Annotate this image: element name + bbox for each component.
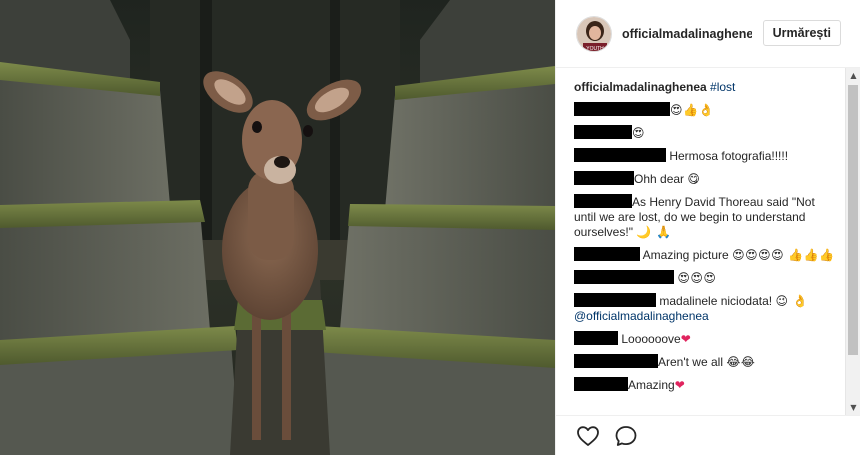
post-username[interactable]: officialmadalinaghenea bbox=[622, 27, 752, 41]
caption-hashtag[interactable]: #lost bbox=[710, 80, 735, 94]
following-button[interactable]: Urmărești bbox=[762, 20, 841, 46]
list-item: Ohh dear 😋 bbox=[574, 171, 836, 187]
list-item: 😍👍👌 bbox=[574, 102, 836, 118]
post-details-panel: YOUTH officialmadalinaghenea Urmărești o… bbox=[555, 0, 860, 455]
speech-bubble-icon[interactable] bbox=[614, 424, 638, 448]
comment-emoji: 😋 bbox=[687, 172, 701, 186]
scroll-down-arrow-icon[interactable]: ▼ bbox=[846, 400, 860, 415]
comment-emoji: 😍😍😍 bbox=[677, 271, 717, 285]
comment-emoji: ❤ bbox=[680, 332, 692, 346]
comment-emoji: 😍😍😍😍 👍👍👍 bbox=[732, 248, 835, 262]
list-item: As Henry David Thoreau said "Not until w… bbox=[574, 194, 836, 240]
list-item: Loooooove❤ bbox=[574, 331, 836, 347]
redacted-username bbox=[574, 194, 632, 208]
comment-text: Amazing picture bbox=[642, 248, 729, 262]
redacted-username bbox=[574, 270, 674, 284]
redacted-username bbox=[574, 377, 628, 391]
comment-emoji: 😉 👌 bbox=[775, 294, 809, 308]
profile-avatar[interactable]: YOUTH bbox=[576, 15, 612, 52]
deer-photo-illustration bbox=[0, 0, 555, 455]
instagram-post-modal: YOUTH officialmadalinaghenea Urmărești o… bbox=[0, 0, 860, 455]
list-item: Amazing picture 😍😍😍😍 👍👍👍 bbox=[574, 247, 836, 263]
comment-text: Loooooove bbox=[621, 332, 681, 346]
list-item: Hermosa fotografia!!!!! bbox=[574, 148, 836, 164]
redacted-username bbox=[574, 148, 666, 162]
comments-scrollbar[interactable]: ▲ ▼ bbox=[845, 68, 860, 415]
avatar-label: YOUTH bbox=[586, 46, 604, 52]
redacted-username bbox=[574, 354, 658, 368]
list-item: Amazing❤ bbox=[574, 377, 836, 393]
comment-text: Hermosa fotografia!!!!! bbox=[669, 149, 789, 163]
post-header: YOUTH officialmadalinaghenea Urmărești bbox=[556, 0, 860, 68]
comments-list: officialmadalinaghenea #lost 😍👍👌 😍 Hermo… bbox=[556, 68, 846, 415]
redacted-username bbox=[574, 293, 656, 307]
comment-text: Aren't we all bbox=[658, 355, 723, 369]
comment-emoji: 🌙 🙏 bbox=[636, 225, 672, 239]
redacted-username bbox=[574, 171, 634, 185]
redacted-username bbox=[574, 102, 670, 116]
post-actions bbox=[556, 415, 860, 455]
redacted-username bbox=[574, 331, 618, 345]
redacted-username bbox=[574, 247, 640, 261]
list-item: madalinele niciodata! 😉 👌 @officialmadal… bbox=[574, 293, 836, 324]
comment-emoji: ❤ bbox=[674, 378, 686, 392]
heart-outline-icon[interactable] bbox=[576, 424, 600, 448]
comment-mention[interactable]: @officialmadalinaghenea bbox=[574, 309, 709, 323]
redacted-username bbox=[574, 125, 632, 139]
comment-text: Amazing bbox=[628, 378, 675, 392]
comment-text: Ohh dear bbox=[634, 172, 685, 186]
caption-author[interactable]: officialmadalinaghenea bbox=[574, 80, 707, 94]
comment-emoji: 😍 bbox=[632, 126, 646, 140]
post-photo[interactable] bbox=[0, 0, 555, 455]
caption: officialmadalinaghenea #lost bbox=[574, 80, 836, 95]
scroll-up-arrow-icon[interactable]: ▲ bbox=[846, 68, 860, 83]
comment-emoji: 😂😂 bbox=[726, 355, 756, 369]
scrollbar-thumb[interactable] bbox=[848, 85, 858, 355]
comment-text: madalinele niciodata! bbox=[659, 294, 773, 308]
list-item: Aren't we all 😂😂 bbox=[574, 354, 836, 370]
list-item: 😍😍😍 bbox=[574, 270, 836, 286]
avatar-image: YOUTH bbox=[577, 16, 611, 52]
comment-emoji: 😍👍👌 bbox=[670, 103, 714, 117]
list-item: 😍 bbox=[574, 125, 836, 141]
